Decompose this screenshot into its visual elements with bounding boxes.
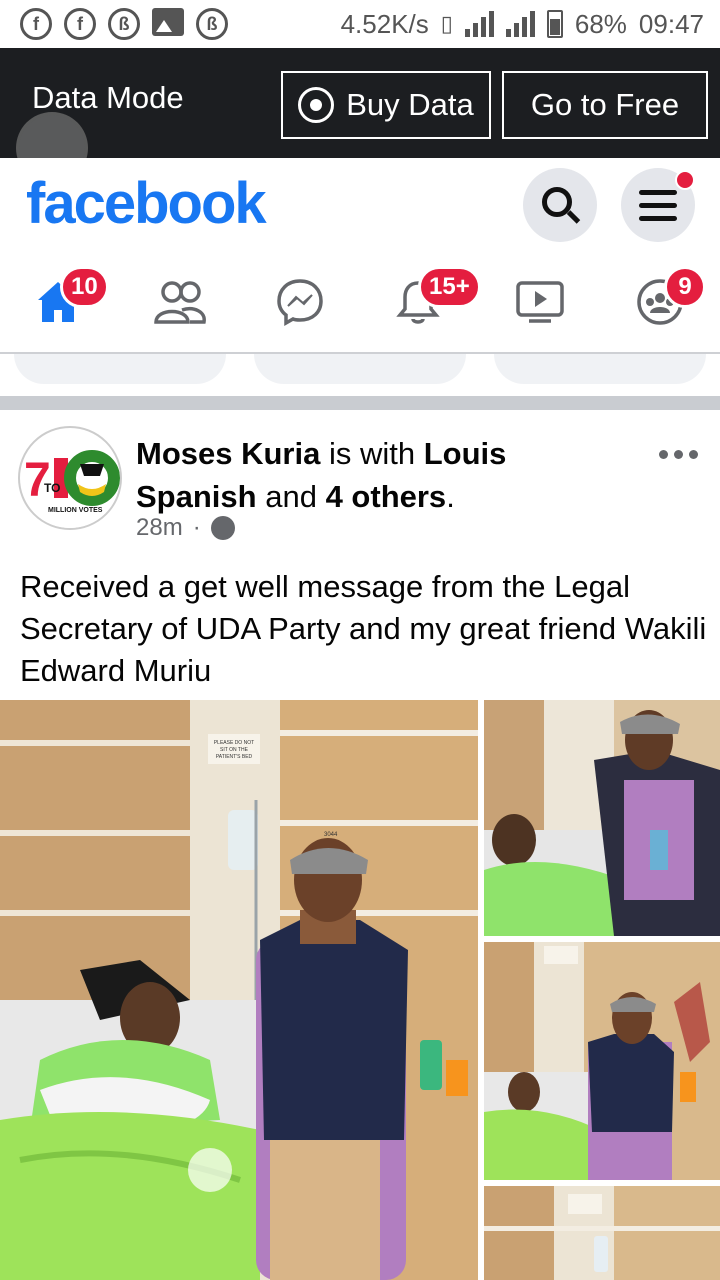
app-header: facebook (0, 158, 720, 252)
with-text: is with (328, 436, 416, 471)
post-photo-2[interactable] (484, 700, 720, 936)
go-to-free-label: Go to Free (530, 87, 680, 122)
data-mode-label: Data Mode (32, 80, 184, 115)
post-text: Received a get well message from the Leg… (20, 569, 707, 688)
buy-data-label: Buy Data (346, 87, 474, 122)
author-avatar[interactable]: 7 TO MILLION VOTES (18, 426, 122, 530)
hospital-photo-2 (484, 700, 720, 936)
hospital-photo-4 (484, 1186, 720, 1280)
avatar-caption: MILLION VOTES (48, 507, 103, 514)
home-badge: 10 (60, 266, 109, 308)
network-speed: 4.52K/s (340, 8, 429, 39)
clock: 09:47 (638, 8, 704, 39)
vibrate-icon: ▯ (440, 11, 453, 36)
post-photo-3[interactable] (484, 942, 720, 1180)
comment-action-button[interactable] (254, 354, 466, 384)
hospital-photo: PLEASE DO NOT SIT ON THE PATIENT'S BED 3… (0, 700, 478, 1280)
groups-badge: 9 (664, 266, 706, 308)
previous-post-actions (0, 354, 720, 396)
and-text: and (265, 479, 317, 514)
sign-line-1: PLEASE DO NOT (214, 740, 254, 746)
avatar-to-text: TO (44, 481, 60, 495)
like-action-button[interactable] (14, 354, 226, 384)
post-options-button[interactable] (659, 450, 698, 459)
notifications-badge: 15+ (418, 266, 481, 308)
signal-icon (464, 11, 494, 37)
post-author-line: Moses Kuria is with Louis Spanish and 4 … (136, 432, 616, 518)
buy-data-button[interactable]: Buy Data (281, 71, 491, 139)
search-icon (542, 187, 572, 217)
signal-icon (505, 11, 535, 37)
tab-notifications[interactable]: 15+ (388, 266, 481, 332)
sign-line-2: SIT ON THE (220, 747, 249, 753)
friends-icon (154, 281, 206, 324)
b-app-icon: ß (108, 8, 140, 40)
post-photo-main[interactable]: PLEASE DO NOT SIT ON THE PATIENT'S BED 3… (0, 700, 478, 1280)
public-globe-icon (210, 516, 235, 540)
hospital-photo-3 (484, 942, 720, 1180)
facebook-notification-icon: f (20, 8, 52, 40)
post-header: 7 TO MILLION VOTES Moses Kuria is with L… (0, 410, 720, 560)
tab-watch[interactable] (510, 272, 570, 332)
sign-line-3: PATIENT'S BED (216, 754, 253, 760)
tab-friends[interactable] (150, 272, 210, 332)
post-time[interactable]: 28m (136, 514, 183, 542)
messenger-icon (277, 279, 323, 327)
avatar-logo: 7 TO MILLION VOTES (22, 430, 120, 528)
tab-bar: 10 15+ 9 (0, 252, 720, 352)
tagged-others[interactable]: 4 others (326, 479, 447, 514)
author-name[interactable]: Moses Kuria (136, 436, 320, 471)
battery-level: 68% (574, 8, 627, 39)
broadcast-icon (298, 87, 335, 123)
status-left-icons: f f ß ß (20, 8, 228, 40)
room-number: 3044 (324, 832, 338, 838)
battery-icon (546, 10, 563, 38)
meta-separator: · (192, 514, 201, 541)
facebook-logo[interactable]: facebook (26, 170, 267, 237)
feed-separator (0, 396, 720, 410)
tab-messenger[interactable] (270, 272, 330, 332)
period: . (446, 479, 455, 514)
watch-icon (516, 281, 564, 323)
tab-groups[interactable]: 9 (630, 266, 706, 332)
go-to-free-button[interactable]: Go to Free (502, 71, 708, 139)
post-photo-4[interactable] (484, 1186, 720, 1280)
share-action-button[interactable] (494, 354, 706, 384)
hamburger-icon (639, 189, 677, 221)
data-mode-bar: Data Mode Buy Data Go to Free (0, 48, 720, 184)
post-meta: 28m · (136, 514, 235, 542)
gallery-icon (152, 8, 184, 36)
tab-home[interactable]: 10 (28, 266, 109, 332)
menu-notification-dot (675, 170, 695, 190)
search-button[interactable] (523, 168, 597, 242)
status-bar: f f ß ß 4.52K/s ▯ 68% 09:47 (0, 0, 720, 48)
menu-button[interactable] (621, 168, 695, 242)
b-app-icon: ß (196, 8, 228, 40)
facebook-notification-icon: f (64, 8, 96, 40)
